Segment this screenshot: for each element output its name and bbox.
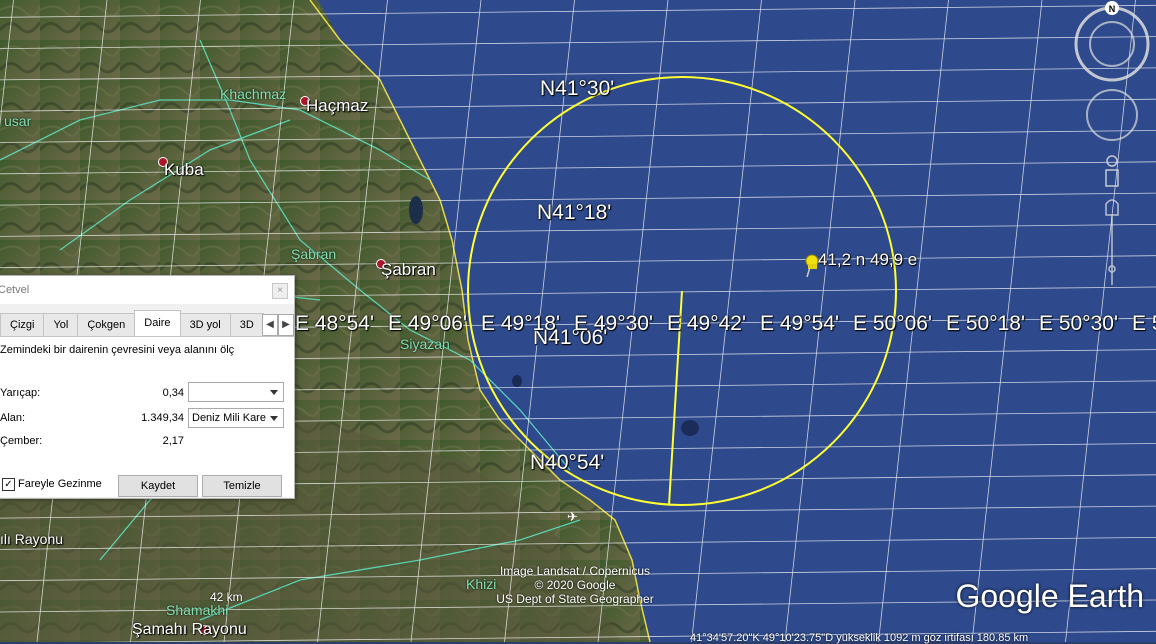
zoom-slider[interactable] bbox=[1105, 199, 1119, 285]
mouse-navigation-label[interactable]: Fareyle Gezinme bbox=[18, 478, 102, 490]
street-view-pegman-icon[interactable] bbox=[1105, 155, 1119, 187]
svg-text:N: N bbox=[1109, 4, 1116, 14]
lake bbox=[409, 196, 423, 224]
place-label-siyazan: Siyazan bbox=[400, 336, 450, 352]
look-joystick-icon[interactable] bbox=[1086, 89, 1138, 141]
place-label-kuba[interactable]: Kuba bbox=[164, 160, 204, 180]
radius-unit-select[interactable] bbox=[188, 382, 284, 402]
placemark-label[interactable]: 41,2 n 49,9 e bbox=[818, 250, 917, 270]
lon-label: E 50°30' bbox=[1039, 312, 1118, 335]
ruler-tabs: Çizgi Yol Çokgen Daire 3D yol 3D ◀ ▶ bbox=[0, 310, 294, 336]
place-label-sabran-region: Şabran bbox=[291, 246, 337, 262]
island bbox=[681, 420, 699, 436]
ruler-dialog[interactable]: Cetvel × Çizgi Yol Çokgen Daire 3D yol 3… bbox=[0, 275, 295, 499]
radius-label: Yarıçap: bbox=[0, 387, 41, 399]
place-label-kusar: usar bbox=[4, 113, 32, 129]
lon-labels-row: E 48°54' E 49°06' E 49°18' E 49°30' E 49°42'… bbox=[295, 312, 1156, 336]
mouse-navigation-checkbox[interactable]: ✓ bbox=[2, 478, 15, 491]
scale-label: 42 km bbox=[210, 590, 243, 604]
chevron-down-icon bbox=[270, 416, 278, 421]
tab-path[interactable]: Yol bbox=[43, 313, 79, 336]
lon-label: E 49°54' bbox=[760, 312, 839, 335]
google-earth-logo: Google Earth bbox=[955, 578, 1144, 614]
chevron-left-icon[interactable]: ◀ bbox=[262, 314, 278, 336]
tab-3d-polygon[interactable]: 3D bbox=[229, 313, 264, 336]
lake bbox=[512, 375, 522, 387]
ruler-circle-panel: Zemindeki bir dairenin çevresini veya al… bbox=[0, 336, 294, 497]
clear-button[interactable]: Temizle bbox=[202, 475, 282, 497]
lat-label: N40°54' bbox=[530, 451, 605, 474]
chevron-down-icon bbox=[270, 390, 278, 395]
area-label: Alan: bbox=[0, 412, 26, 424]
ruler-footer: ✓ Fareyle Gezinme Kaydet Temizle bbox=[0, 474, 294, 498]
lat-label: N41°30' bbox=[540, 77, 615, 100]
place-label-hacmaz[interactable]: Haçmaz bbox=[306, 96, 368, 116]
lon-label: E 50°18' bbox=[946, 312, 1025, 335]
area-value: 1.349,34 bbox=[141, 412, 184, 424]
area-unit-select[interactable]: Deniz Mili Kare bbox=[188, 408, 284, 428]
place-label-khachmaz: Khachmaz bbox=[220, 86, 287, 102]
place-label-samahi-rayonu: Şamahı Rayonu bbox=[132, 621, 247, 638]
place-label-rayonu: ılı Rayonu bbox=[0, 531, 64, 547]
circle-description: Zemindeki bir dairenin çevresini veya al… bbox=[0, 344, 235, 356]
tab-circle[interactable]: Daire bbox=[134, 310, 181, 336]
airport-icon: ✈ bbox=[567, 510, 578, 525]
place-label-sabran[interactable]: Şabran bbox=[381, 260, 436, 280]
lon-label: E 50°06' bbox=[853, 312, 932, 335]
status-bar: 41°34'57.20"K 49°10'23.75"D yükseklik 10… bbox=[690, 632, 1029, 644]
save-button[interactable]: Kaydet bbox=[118, 475, 198, 497]
place-label-shamakhi: Shamakhi bbox=[166, 602, 229, 618]
imagery-attribution: Image Landsat / Copernicus © 2020 Google… bbox=[496, 564, 654, 606]
lon-label: E 48°54' bbox=[295, 312, 374, 335]
lon-label: E 49°06' bbox=[388, 312, 467, 335]
radius-value: 0,34 bbox=[162, 387, 184, 399]
lon-label: E 49°18' bbox=[481, 312, 560, 335]
lon-label: E 5 bbox=[1132, 312, 1156, 335]
tab-3d-path[interactable]: 3D yol bbox=[179, 313, 231, 336]
ruler-titlebar[interactable]: Cetvel × bbox=[0, 276, 294, 304]
close-icon[interactable]: × bbox=[272, 283, 288, 299]
navigation-controls[interactable]: N bbox=[1070, 0, 1156, 290]
lat-label: N41°18' bbox=[537, 201, 612, 224]
tab-line[interactable]: Çizgi bbox=[0, 313, 45, 336]
lon-label: E 49°42' bbox=[667, 312, 746, 335]
compass-icon[interactable]: N bbox=[1074, 1, 1150, 82]
lon-label: E 49°30' bbox=[574, 312, 653, 335]
circumference-label: Çember: bbox=[0, 435, 43, 447]
tab-polygon[interactable]: Çokgen bbox=[77, 313, 136, 336]
ruler-title: Cetvel bbox=[0, 284, 30, 296]
circumference-value: 2,17 bbox=[162, 435, 184, 447]
chevron-right-icon[interactable]: ▶ bbox=[278, 314, 294, 336]
